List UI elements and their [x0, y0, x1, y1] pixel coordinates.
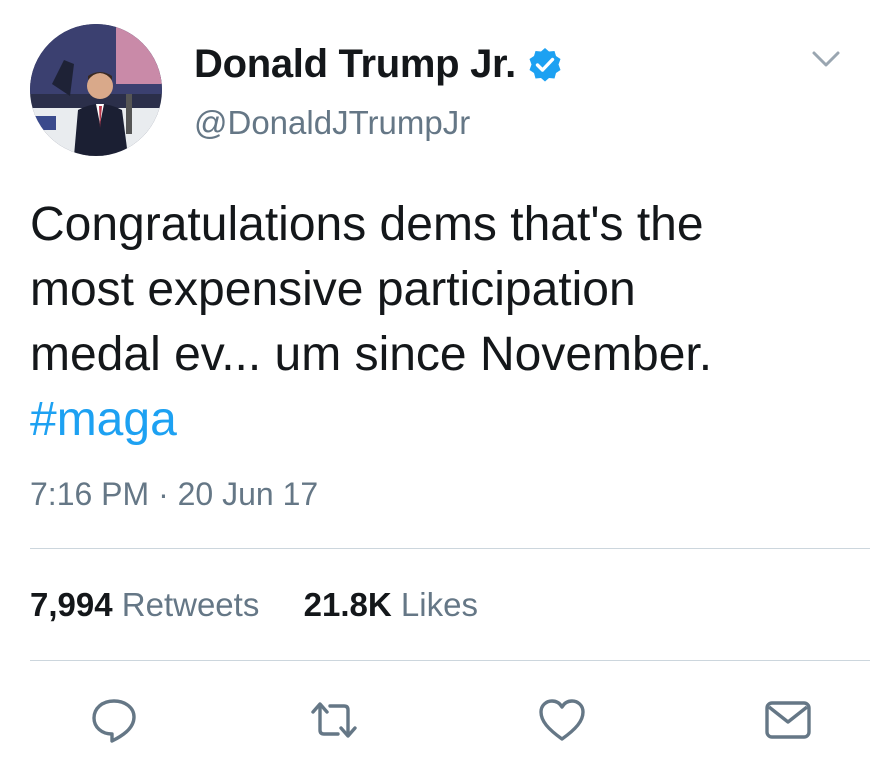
tweet-timestamp[interactable]: 7:16 PM · 20 Jun 17	[30, 476, 318, 513]
engagement-stats: 7,994 Retweets 21.8K Likes	[30, 586, 478, 624]
like-icon	[539, 699, 585, 741]
retweets-count: 7,994	[30, 586, 113, 623]
tweet-card: Donald Trump Jr. @DonaldJTrumpJr Congrat…	[0, 0, 896, 768]
like-button[interactable]	[536, 694, 588, 746]
reply-button[interactable]	[88, 694, 140, 746]
retweet-icon	[311, 702, 357, 738]
divider	[30, 548, 870, 549]
display-name[interactable]: Donald Trump Jr.	[194, 42, 516, 87]
likes-count: 21.8K	[303, 586, 392, 623]
retweet-button[interactable]	[308, 694, 360, 746]
retweets-label: Retweets	[121, 586, 260, 623]
direct-message-button[interactable]	[762, 694, 814, 746]
tweet-text-line: most expensive participation	[30, 263, 636, 316]
verified-badge-icon	[526, 46, 564, 84]
tweet-text-line: medal ev... um since November.	[30, 328, 713, 381]
divider	[30, 660, 870, 661]
chevron-down-icon[interactable]	[806, 44, 846, 74]
likes-label: Likes	[400, 586, 478, 623]
reply-icon	[92, 699, 136, 743]
user-handle[interactable]: @DonaldJTrumpJr	[194, 104, 470, 142]
hashtag-link[interactable]: #maga	[30, 387, 870, 452]
avatar-photo	[30, 24, 162, 156]
author-name-row[interactable]: Donald Trump Jr.	[194, 42, 564, 87]
retweets-stat[interactable]: 7,994 Retweets	[30, 586, 269, 623]
direct-message-icon	[765, 701, 811, 739]
tweet-text-line: Congratulations dems that's the	[30, 198, 704, 251]
likes-stat[interactable]: 21.8K Likes	[304, 586, 478, 623]
tweet-text: Congratulations dems that's the most exp…	[30, 192, 870, 452]
avatar[interactable]	[30, 24, 162, 156]
